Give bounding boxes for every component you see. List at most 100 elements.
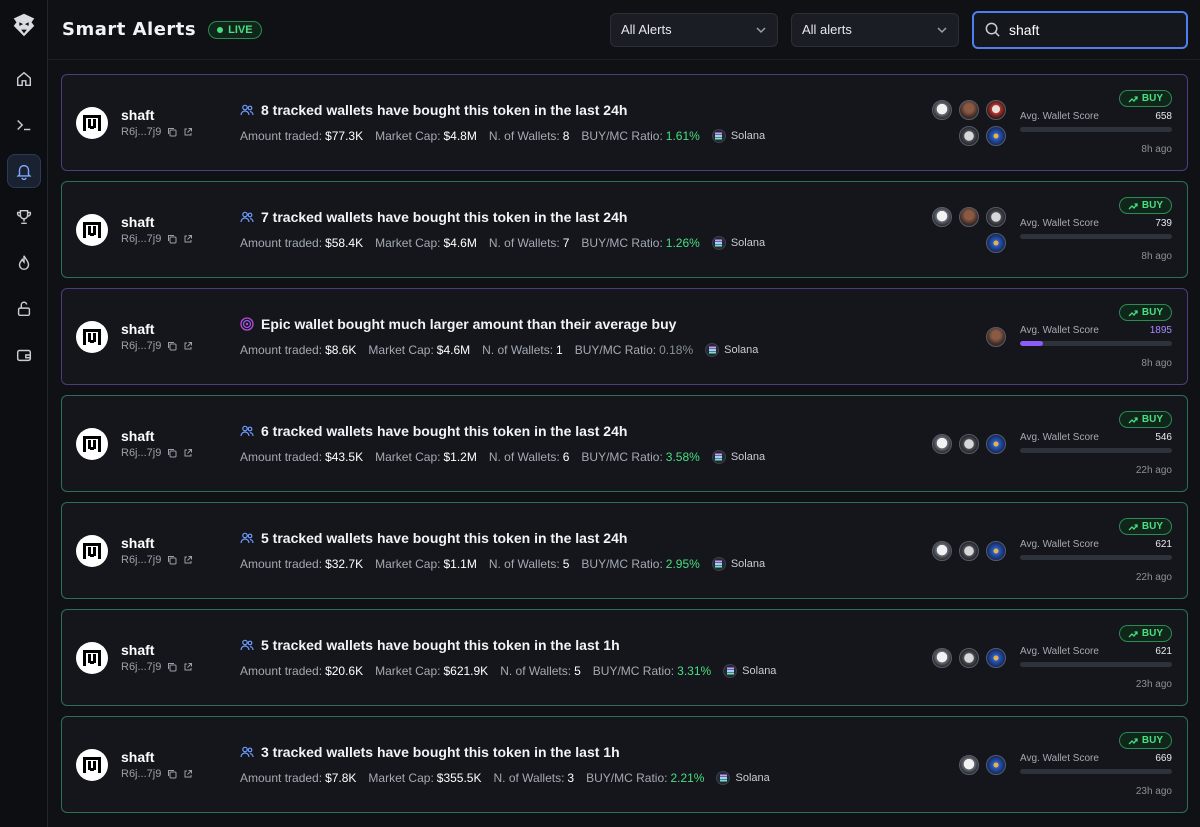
wallet-score-bar bbox=[1020, 127, 1172, 132]
wallet-score-row: Avg. Wallet Score 621 bbox=[1020, 539, 1172, 550]
wallet-avatars bbox=[916, 647, 1006, 668]
bell-icon[interactable] bbox=[6, 154, 41, 188]
trending-up-icon bbox=[1128, 416, 1138, 423]
wallet-score-label: Avg. Wallet Score bbox=[1020, 325, 1099, 336]
token-address-row: R6j...7j9 bbox=[121, 126, 193, 138]
token-name[interactable]: shaft bbox=[121, 749, 193, 765]
external-link-icon[interactable] bbox=[183, 555, 193, 565]
wallet-avatar-skull[interactable] bbox=[932, 99, 952, 120]
alert-info: 8 tracked wallets have bought this token… bbox=[227, 102, 916, 143]
wallet-avatar-goggle[interactable] bbox=[959, 433, 979, 454]
wallet-score-label: Avg. Wallet Score bbox=[1020, 111, 1099, 122]
external-link-icon[interactable] bbox=[183, 662, 193, 672]
solana-icon bbox=[705, 343, 720, 357]
wallet-avatar-goggle[interactable] bbox=[986, 206, 1006, 227]
alert-time: 23h ago bbox=[1135, 786, 1172, 797]
chain-name: Solana bbox=[735, 772, 770, 784]
search-box[interactable] bbox=[972, 10, 1188, 49]
alert-time: 23h ago bbox=[1135, 679, 1172, 690]
copy-icon[interactable] bbox=[167, 127, 177, 137]
solana-icon bbox=[711, 129, 726, 143]
wallet-avatar-brown[interactable] bbox=[959, 206, 979, 227]
alert-card-1[interactable]: shaft R6j...7j9 8 tracked wallets have b… bbox=[61, 74, 1188, 171]
wallet-avatar-blue[interactable] bbox=[986, 647, 1006, 668]
token-name[interactable]: shaft bbox=[121, 321, 193, 337]
alert-card-6[interactable]: shaft R6j...7j9 5 tracked wallets have b… bbox=[61, 609, 1188, 706]
alert-type-select[interactable]: All Alerts bbox=[610, 12, 778, 47]
wallet-avatars bbox=[916, 99, 1006, 146]
copy-icon[interactable] bbox=[167, 662, 177, 672]
wallet-avatar-skull[interactable] bbox=[932, 433, 952, 454]
wallet-score-label: Avg. Wallet Score bbox=[1020, 539, 1099, 550]
alert-card-7[interactable]: shaft R6j...7j9 3 tracked wallets have b… bbox=[61, 716, 1188, 813]
alert-filter-select[interactable]: All alerts bbox=[791, 12, 959, 47]
amount-traded: Amount traded: $8.6K bbox=[240, 343, 357, 357]
alert-card-3[interactable]: shaft R6j...7j9 Epic wallet bought much … bbox=[61, 288, 1188, 385]
wallet-count: N. of Wallets: 7 bbox=[488, 236, 570, 250]
token-name[interactable]: shaft bbox=[121, 428, 193, 444]
wallet-avatar-brown[interactable] bbox=[986, 326, 1006, 347]
external-link-icon[interactable] bbox=[183, 769, 193, 779]
wallet-avatar-blue[interactable] bbox=[986, 540, 1006, 561]
wallets-icon bbox=[240, 745, 254, 759]
token-info: shaft R6j...7j9 bbox=[62, 320, 227, 353]
token-address-row: R6j...7j9 bbox=[121, 233, 193, 245]
copy-icon[interactable] bbox=[167, 448, 177, 458]
trending-up-icon bbox=[1128, 523, 1138, 530]
alert-card-4[interactable]: shaft R6j...7j9 6 tracked wallets have b… bbox=[61, 395, 1188, 492]
alert-headline: 8 tracked wallets have bought this token… bbox=[240, 102, 916, 118]
token-info: shaft R6j...7j9 bbox=[62, 213, 227, 246]
token-name[interactable]: shaft bbox=[121, 107, 193, 123]
wallet-avatar-blue[interactable] bbox=[986, 754, 1006, 775]
wallet-avatar-brown[interactable] bbox=[959, 99, 979, 120]
copy-icon[interactable] bbox=[167, 555, 177, 565]
wallet-avatar-skull[interactable] bbox=[932, 206, 952, 227]
alert-time: 8h ago bbox=[1141, 251, 1172, 262]
chain-badge: Solana bbox=[705, 343, 758, 357]
wallet-avatar-goggle[interactable] bbox=[959, 125, 979, 146]
trending-up-icon bbox=[1128, 202, 1138, 209]
wallet-avatar-blue[interactable] bbox=[986, 125, 1006, 146]
external-link-icon[interactable] bbox=[183, 341, 193, 351]
wallet-avatar-skull[interactable] bbox=[932, 540, 952, 561]
wallet-avatar-red[interactable] bbox=[986, 99, 1006, 120]
token-name[interactable]: shaft bbox=[121, 214, 193, 230]
search-input[interactable] bbox=[1009, 21, 1169, 38]
terminal-icon[interactable] bbox=[7, 108, 41, 142]
external-link-icon[interactable] bbox=[183, 448, 193, 458]
trophy-icon[interactable] bbox=[7, 200, 41, 234]
token-logo bbox=[76, 213, 108, 246]
market-cap: Market Cap: $1.2M bbox=[375, 450, 477, 464]
home-icon[interactable] bbox=[7, 62, 41, 96]
wallet-avatar-blue[interactable] bbox=[986, 232, 1006, 253]
alert-card-2[interactable]: shaft R6j...7j9 7 tracked wallets have b… bbox=[61, 181, 1188, 278]
wallet-icon[interactable] bbox=[7, 338, 41, 372]
alert-card-5[interactable]: shaft R6j...7j9 5 tracked wallets have b… bbox=[61, 502, 1188, 599]
copy-icon[interactable] bbox=[167, 769, 177, 779]
wallet-avatar-goggle[interactable] bbox=[959, 647, 979, 668]
wallet-score-bar bbox=[1020, 555, 1172, 560]
wallet-score-bar bbox=[1020, 769, 1172, 774]
copy-icon[interactable] bbox=[167, 341, 177, 351]
wallet-avatar-goggle[interactable] bbox=[959, 540, 979, 561]
wallet-score-value: 621 bbox=[1155, 646, 1172, 657]
wallets-icon bbox=[240, 210, 254, 224]
external-link-icon[interactable] bbox=[183, 127, 193, 137]
chain-badge: Solana bbox=[711, 236, 765, 250]
chain-badge: Solana bbox=[711, 450, 765, 464]
flame-icon[interactable] bbox=[7, 246, 41, 280]
token-info: shaft R6j...7j9 bbox=[62, 534, 227, 567]
score-panel: BUY Avg. Wallet Score 739 8h ago bbox=[1020, 197, 1172, 262]
app-logo[interactable] bbox=[9, 10, 39, 40]
market-cap: Market Cap: $1.1M bbox=[375, 557, 477, 571]
token-name[interactable]: shaft bbox=[121, 642, 193, 658]
copy-icon[interactable] bbox=[167, 234, 177, 244]
external-link-icon[interactable] bbox=[183, 234, 193, 244]
wallet-avatar-blue[interactable] bbox=[986, 433, 1006, 454]
wallet-avatar-skull[interactable] bbox=[959, 754, 979, 775]
token-address-row: R6j...7j9 bbox=[121, 447, 193, 459]
unlock-icon[interactable] bbox=[7, 292, 41, 326]
token-name[interactable]: shaft bbox=[121, 535, 193, 551]
wallet-avatar-skull[interactable] bbox=[932, 647, 952, 668]
buy-badge: BUY bbox=[1118, 518, 1172, 535]
